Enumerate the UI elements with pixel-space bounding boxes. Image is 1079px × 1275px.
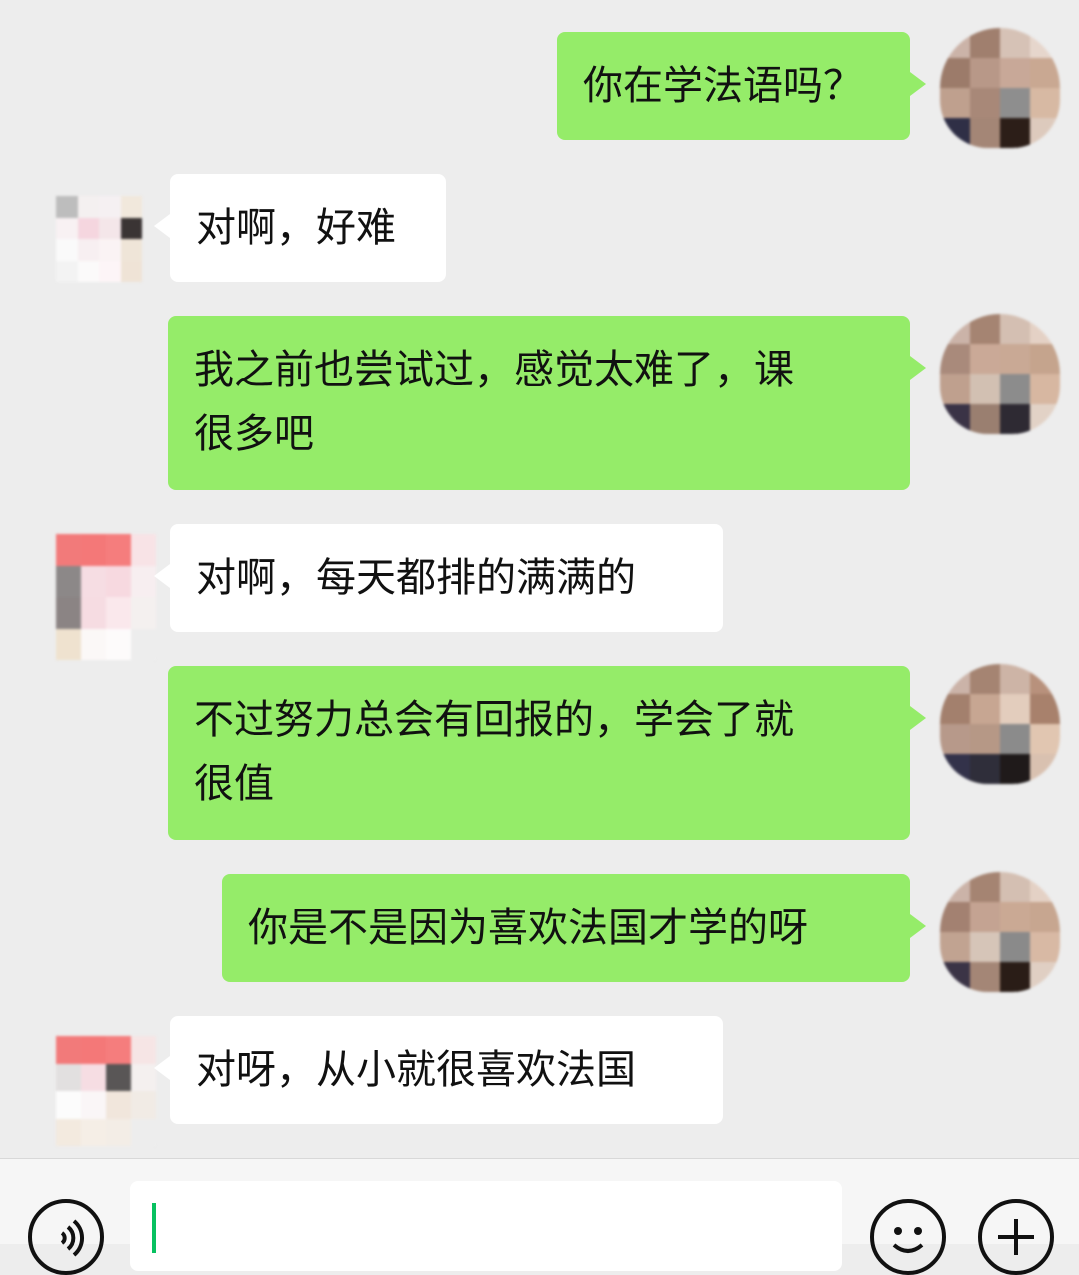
plus-icon: [998, 1219, 1034, 1255]
my-avatar[interactable]: [940, 872, 1060, 992]
contact-avatar[interactable]: [56, 1036, 156, 1146]
my-avatar[interactable]: [940, 314, 1060, 434]
voice-button[interactable]: [28, 1199, 104, 1275]
message-text: 对啊，好难: [196, 205, 396, 251]
message-bubble-sent[interactable]: 你是不是因为喜欢法国才学的呀: [222, 874, 926, 982]
message-text-line-1: 我之前也尝试过，感觉太难了，课: [194, 347, 794, 393]
message-text-line-2: 很值: [194, 761, 274, 807]
message-bubble-received[interactable]: 对呀，从小就很喜欢法国: [154, 1016, 723, 1124]
message-bubble-received[interactable]: 对啊，每天都排的满满的: [154, 524, 723, 632]
my-avatar[interactable]: [940, 28, 1060, 148]
message-input[interactable]: [130, 1181, 842, 1271]
contact-avatar[interactable]: [56, 534, 156, 660]
voice-icon: [60, 1219, 85, 1257]
message-text: 你在学法语吗？: [583, 63, 863, 109]
message-bubble-sent[interactable]: 不过努力总会有回报的，学会了就 很值: [168, 666, 926, 840]
my-avatar[interactable]: [940, 664, 1060, 784]
emoji-icon: [892, 1227, 924, 1253]
message-text: 对呀，从小就很喜欢法国: [196, 1047, 636, 1093]
message-bubble-received[interactable]: 对啊，好难: [154, 174, 446, 282]
message-text-line-1: 不过努力总会有回报的，学会了就: [194, 697, 794, 743]
chat-input-bar: [0, 1158, 1079, 1275]
message-text: 你是不是因为喜欢法国才学的呀: [248, 905, 808, 951]
contact-avatar[interactable]: [56, 196, 142, 282]
message-text-line-2: 很多吧: [194, 411, 314, 457]
message-text: 对啊，每天都排的满满的: [196, 555, 636, 601]
chat-message-list[interactable]: 你在学法语吗？ 对啊，好难 我之前也尝试过，感觉太难了，课 很多吧 对啊，每天都…: [0, 0, 1079, 1158]
emoji-button[interactable]: [870, 1199, 946, 1275]
text-caret: [152, 1203, 156, 1253]
more-button[interactable]: [978, 1199, 1054, 1275]
message-bubble-sent[interactable]: 我之前也尝试过，感觉太难了，课 很多吧: [168, 316, 926, 490]
message-bubble-sent[interactable]: 你在学法语吗？: [557, 32, 926, 140]
